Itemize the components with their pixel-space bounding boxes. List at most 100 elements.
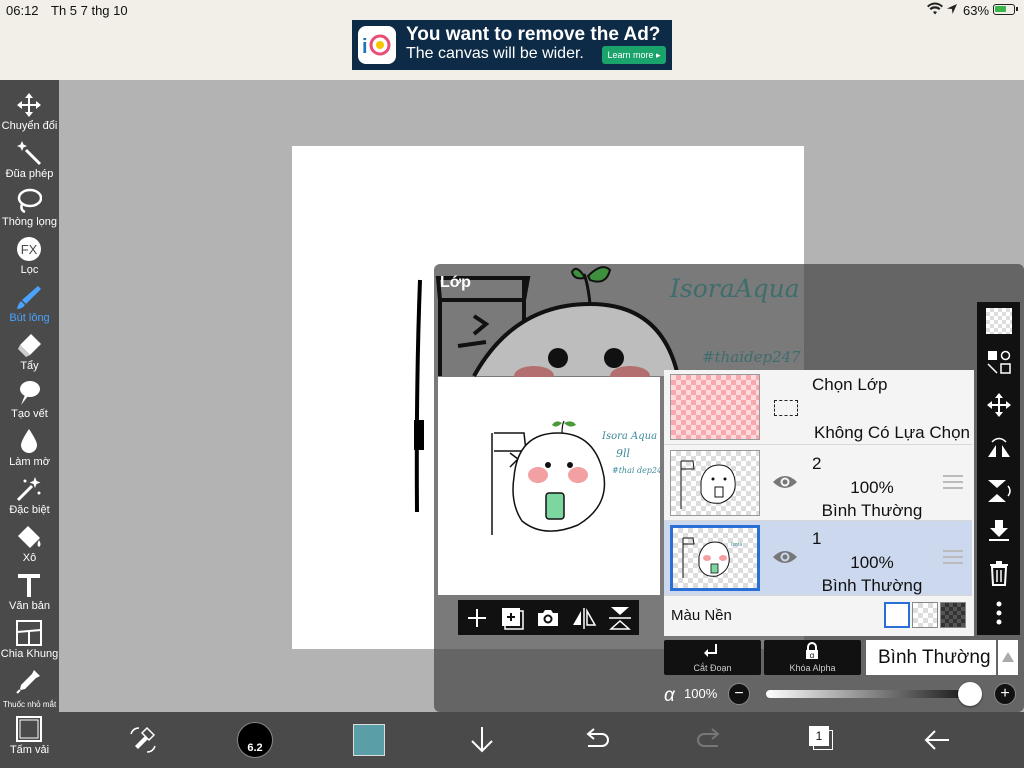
fx-icon: FX	[17, 237, 41, 261]
flip-vertical-icon[interactable]	[607, 605, 633, 631]
blur-tool[interactable]: Làm mờ	[0, 426, 59, 474]
blend-mode-select[interactable]: Bình Thường	[866, 640, 996, 675]
frame-divider-tool[interactable]: Chia Khung	[0, 618, 59, 666]
drop-icon	[21, 429, 37, 453]
back-arrow-icon[interactable]	[921, 724, 953, 756]
opacity-decrease-button[interactable]: −	[728, 683, 750, 705]
selection-marquee-icon	[774, 400, 798, 416]
opacity-slider[interactable]	[766, 690, 974, 698]
alpha-symbol: α	[664, 685, 675, 706]
brush-eraser-swap-icon[interactable]	[127, 724, 159, 756]
current-color-swatch[interactable]	[353, 724, 385, 756]
clipping-button[interactable]: Cắt Đoạn	[664, 640, 761, 675]
opacity-slider-knob[interactable]	[958, 682, 982, 706]
ad-headline: You want to remove the Ad?	[406, 24, 661, 45]
alpha-lock-icon: α	[806, 642, 818, 660]
eyedropper-tool[interactable]: Thuốc nhỏ mắt	[0, 666, 59, 714]
layers-count: 1	[809, 726, 829, 746]
add-layer-icon[interactable]	[464, 605, 490, 631]
layer-row[interactable]: 2 100% Bình Thường	[664, 446, 972, 521]
eraser-tool[interactable]: Tẩy	[0, 330, 59, 378]
learn-more-button[interactable]: Learn more ▸	[602, 46, 666, 64]
duplicate-layer-icon[interactable]	[499, 605, 525, 631]
svg-text:i: i	[362, 36, 368, 58]
svg-text:9ll: 9ll	[616, 447, 631, 460]
sparkle-wand-icon	[16, 477, 41, 502]
preview-artwork: Isora Aqua 9ll #thai dep247	[491, 420, 668, 535]
svg-text:FX: FX	[21, 242, 38, 257]
fill-tool[interactable]: Xô	[0, 522, 59, 570]
more-options-icon[interactable]	[986, 600, 1012, 626]
tool-label: Tấm vải	[9, 744, 50, 756]
battery-icon	[993, 4, 1018, 15]
flip-layer-horizontal-icon[interactable]	[986, 435, 1012, 461]
layer-panel-title: Lớp	[440, 274, 471, 291]
alpha-lock-label: Khóa Alpha	[789, 663, 836, 673]
move-tool[interactable]: Chuyển đổi	[0, 90, 59, 138]
transparency-checker-icon[interactable]	[986, 308, 1012, 334]
delete-layer-icon[interactable]	[986, 560, 1012, 586]
selection-layer-row[interactable]: Chọn Lớp Không Có Lựa Chọn	[664, 370, 972, 445]
svg-text:#thai dep247: #thai dep247	[612, 466, 660, 475]
wifi-icon	[927, 2, 943, 15]
move-arrows-icon	[17, 93, 41, 117]
camera-icon[interactable]	[535, 605, 561, 631]
visibility-eye-icon[interactable]	[772, 548, 798, 566]
arrow-down-icon[interactable]	[466, 724, 498, 756]
layer-opacity: 100%	[850, 478, 894, 497]
ad-banner[interactable]: i You want to remove the Ad? The canvas …	[352, 20, 672, 70]
layers-button[interactable]: 1	[809, 726, 835, 752]
tool-label: Văn bản	[9, 600, 50, 612]
status-bar: 06:12 Th 5 7 thg 10 63%	[0, 0, 1024, 20]
text-t-icon	[18, 574, 40, 597]
canvas-icon	[16, 716, 42, 742]
layer-number: 2	[812, 454, 822, 473]
artwork-signature: IsoraAqua	[670, 274, 800, 303]
tool-label: Đặc biệt	[9, 504, 50, 516]
filter-tool[interactable]: FX Lọc	[0, 234, 59, 282]
ibis-paint-logo-icon: i	[358, 26, 396, 64]
layer-actions-toolbar	[977, 302, 1020, 635]
layer-opacity: 100%	[850, 553, 894, 572]
redo-icon[interactable]	[694, 724, 726, 756]
layer-row-selected[interactable]: Isora 1 100% Bình Thường	[664, 521, 972, 596]
background-dark-swatch[interactable]	[940, 602, 966, 628]
drag-handle-icon[interactable]	[943, 474, 963, 490]
brush-tool[interactable]: Bút lông	[0, 282, 59, 330]
magic-wand-icon	[17, 141, 42, 166]
flip-horizontal-icon[interactable]	[571, 605, 597, 631]
undo-icon[interactable]	[580, 724, 612, 756]
drag-handle-icon[interactable]	[943, 549, 963, 565]
merge-down-icon[interactable]	[986, 518, 1012, 544]
brush-size-button[interactable]: 6.2	[237, 722, 273, 758]
visibility-eye-icon[interactable]	[772, 473, 798, 491]
text-tool[interactable]: Văn bản	[0, 570, 59, 618]
selection-status: Không Có Lựa Chọn	[814, 423, 970, 442]
alpha-lock-button[interactable]: α Khóa Alpha	[764, 640, 861, 675]
chevron-up-icon	[1002, 652, 1014, 662]
lasso-tool[interactable]: Thòng lọng	[0, 186, 59, 234]
canvas-tool[interactable]: Tấm vải	[0, 714, 59, 762]
blend-mode-dropdown[interactable]	[998, 640, 1018, 675]
special-tool[interactable]: Đặc biệt	[0, 474, 59, 522]
smudge-tool[interactable]: Tạo vết	[0, 378, 59, 426]
bucket-icon	[18, 526, 41, 548]
clipping-arrow-icon	[704, 644, 717, 657]
flip-layer-vertical-icon[interactable]	[986, 478, 1012, 504]
move-layer-icon[interactable]	[986, 392, 1012, 418]
selection-layer-title: Chọn Lớp	[812, 375, 888, 394]
tool-label: Tạo vết	[11, 408, 48, 420]
layer-list: Chọn Lớp Không Có Lựa Chọn 2 100% Bình T…	[664, 370, 974, 636]
layer-preview[interactable]: Isora Aqua 9ll #thai dep247	[438, 377, 668, 595]
swap-layers-icon[interactable]	[986, 349, 1012, 375]
brush-icon	[17, 286, 41, 309]
frame-divider-icon	[16, 620, 42, 646]
layer-thumbnail: Isora	[670, 525, 760, 591]
tool-label: Làm mờ	[9, 456, 50, 468]
magic-wand-tool[interactable]: Đũa phép	[0, 138, 59, 186]
background-transparent-swatch[interactable]	[912, 602, 938, 628]
layer-number: 1	[812, 529, 822, 548]
background-white-swatch[interactable]	[884, 602, 910, 628]
tool-label: Chuyển đổi	[1, 120, 58, 132]
opacity-increase-button[interactable]: +	[994, 683, 1016, 705]
